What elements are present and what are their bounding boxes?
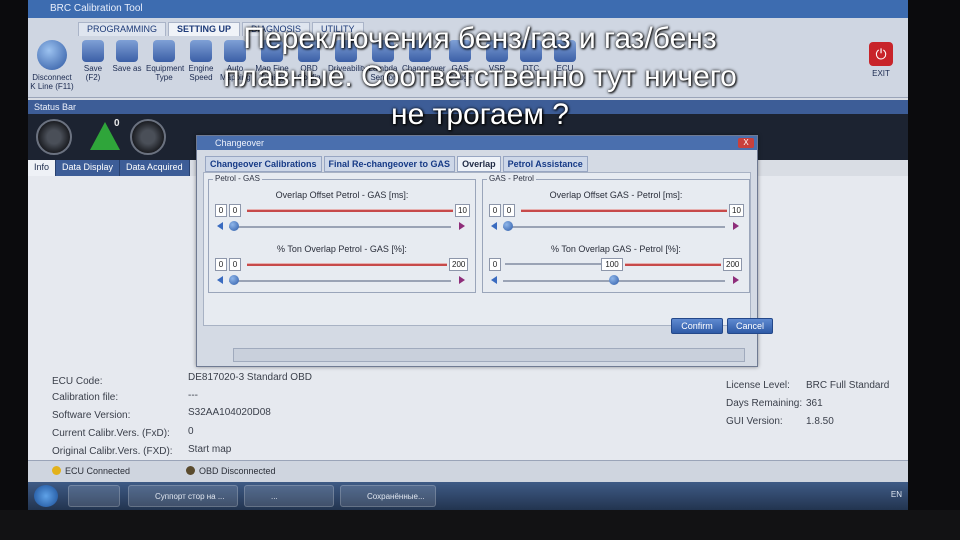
slider-thumb[interactable] — [229, 275, 239, 285]
caption-line-2: плавные. Соответственно тут ничего — [223, 60, 737, 93]
group-gas-petrol: GAS - Petrol Overlap Offset GAS - Petrol… — [482, 174, 750, 293]
param-label: % Ton Overlap GAS - Petrol [%]: — [551, 244, 681, 254]
group-petrol-gas: Petrol - GAS Overlap Offset Petrol - GAS… — [208, 174, 476, 293]
max-field: 10 — [455, 204, 470, 217]
obd-status-led-icon — [186, 466, 195, 475]
ecu-status-led-icon — [52, 466, 61, 475]
software-version-label: Software Version: — [52, 410, 131, 421]
changeover-dialog: Changeover X Changeover Calibrations Fin… — [196, 135, 773, 367]
min-field: 0 — [215, 258, 227, 271]
taskbar-item-browser[interactable]: Суппорт стор на ... — [128, 485, 238, 507]
ecu-status: ECU Connected — [52, 466, 130, 476]
days-remaining-value: 361 — [806, 398, 823, 409]
value-field[interactable]: 0 — [503, 204, 515, 217]
caption-line-3: не трогаем ? — [391, 98, 569, 131]
license-level-value: BRC Full Standard — [806, 380, 890, 391]
value-field[interactable]: 0 — [229, 258, 241, 271]
slider-track[interactable] — [229, 226, 451, 228]
taskbar: Суппорт стор на ... ... Сохранённые... E… — [28, 482, 908, 510]
original-calibr-value: Start map — [188, 444, 232, 455]
ecu-code-value: DE817020-3 Standard OBD — [188, 372, 312, 383]
calibration-file-value: --- — [188, 390, 198, 401]
dialog-title: Changeover — [215, 138, 265, 148]
slider-track[interactable] — [503, 226, 725, 228]
tab-data-acquired[interactable]: Data Acquired — [120, 160, 190, 176]
calibration-file-label: Calibration file: — [52, 392, 119, 403]
gui-version-value: 1.8.50 — [806, 416, 834, 427]
taskbar-item-folder[interactable]: Сохранённые... — [340, 485, 436, 507]
increase-arrow-icon[interactable] — [459, 222, 465, 230]
range-bar-left — [505, 263, 601, 265]
dialog-body: Petrol - GAS Overlap Offset Petrol - GAS… — [203, 172, 751, 326]
decrease-arrow-icon[interactable] — [217, 222, 223, 230]
slider-thumb[interactable] — [229, 221, 239, 231]
increase-arrow-icon[interactable] — [733, 276, 739, 284]
original-calibr-label: Original Calibr.Vers. (FXD): — [52, 446, 173, 457]
taskbar-item-app[interactable]: ... — [244, 485, 334, 507]
tab-overlap[interactable]: Overlap — [457, 156, 501, 172]
min-field: 0 — [489, 258, 501, 271]
group-label: Petrol - GAS — [213, 174, 262, 183]
param-label: Overlap Offset GAS - Petrol [ms]: — [549, 190, 683, 200]
value-field[interactable]: 100 — [601, 258, 623, 271]
dialog-close-button[interactable]: X — [738, 138, 754, 148]
tab-info[interactable]: Info — [28, 160, 57, 176]
taskbar-item-explorer[interactable] — [68, 485, 120, 507]
confirm-button[interactable]: Confirm — [671, 318, 723, 334]
obd-status: OBD Disconnected — [186, 466, 276, 476]
photo-caption: Переключения бенз/газ и газ/бенз плавные… — [60, 20, 900, 134]
increase-arrow-icon[interactable] — [459, 276, 465, 284]
min-field: 0 — [489, 204, 501, 217]
range-bar — [247, 209, 453, 212]
range-bar — [521, 209, 727, 212]
license-level-label: License Level: — [726, 380, 790, 391]
slider-thumb[interactable] — [503, 221, 513, 231]
current-calibr-value: 0 — [188, 426, 194, 437]
dialog-tabs: Changeover Calibrations Final Re-changeo… — [205, 156, 588, 172]
gui-version-label: GUI Version: — [726, 416, 783, 427]
window-titlebar: BRC Calibration Tool — [28, 0, 908, 18]
decrease-arrow-icon[interactable] — [491, 276, 497, 284]
value-field[interactable]: 0 — [229, 204, 241, 217]
window-title: BRC Calibration Tool — [50, 3, 143, 14]
info-tabs: Info Data Display Data Acquired — [28, 160, 190, 176]
tab-data-display[interactable]: Data Display — [56, 160, 121, 176]
range-bar-right — [625, 263, 721, 266]
connection-strip: ECU Connected OBD Disconnected — [28, 460, 908, 482]
caption-line-1: Переключения бенз/газ и газ/бенз — [243, 22, 717, 55]
range-bar — [247, 263, 447, 266]
tab-petrol-assistance[interactable]: Petrol Assistance — [502, 156, 588, 172]
current-calibr-label: Current Calibr.Vers. (FxD): — [52, 428, 170, 439]
software-version-value: S32AA104020D08 — [188, 407, 271, 418]
min-field: 0 — [215, 204, 227, 217]
monitor-bezel — [0, 510, 960, 540]
max-field: 200 — [723, 258, 743, 271]
tab-changeover-calibrations[interactable]: Changeover Calibrations — [205, 156, 322, 172]
dialog-footer — [233, 348, 745, 362]
ecu-code-label: ECU Code: — [52, 376, 103, 387]
dialog-titlebar: Changeover X — [197, 136, 757, 150]
slider-thumb[interactable] — [609, 275, 619, 285]
increase-arrow-icon[interactable] — [733, 222, 739, 230]
decrease-arrow-icon[interactable] — [217, 276, 223, 284]
slider-track[interactable] — [229, 280, 451, 282]
group-label: GAS - Petrol — [487, 174, 536, 183]
max-field: 200 — [449, 258, 469, 271]
days-remaining-label: Days Remaining: — [726, 398, 803, 409]
tab-final-rechangeover[interactable]: Final Re-changeover to GAS — [323, 156, 456, 172]
tray-language[interactable]: EN — [891, 490, 902, 499]
start-button-icon[interactable] — [34, 485, 58, 507]
param-label: Overlap Offset Petrol - GAS [ms]: — [275, 190, 409, 200]
max-field: 10 — [729, 204, 744, 217]
param-label: % Ton Overlap Petrol - GAS [%]: — [277, 244, 407, 254]
cancel-button[interactable]: Cancel — [727, 318, 773, 334]
decrease-arrow-icon[interactable] — [491, 222, 497, 230]
